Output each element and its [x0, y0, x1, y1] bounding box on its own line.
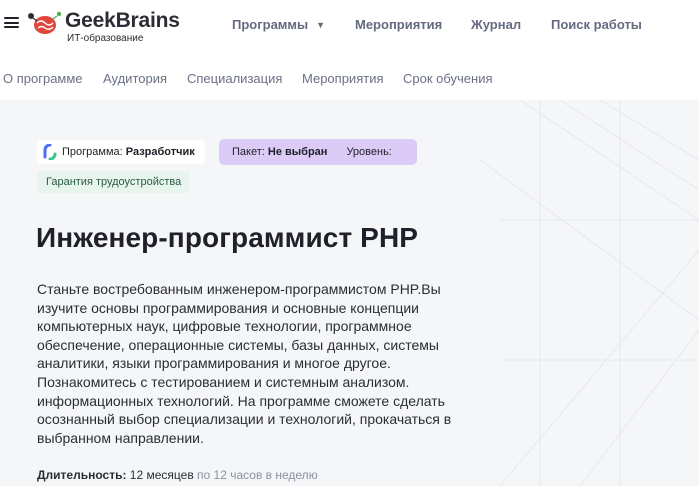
- chevron-down-icon: ▼: [316, 20, 326, 30]
- page-title: Инженер-программист PHP: [36, 222, 419, 253]
- nav-job-search[interactable]: Поиск работы: [551, 17, 642, 32]
- nav-events[interactable]: Мероприятия: [355, 17, 442, 32]
- program-tag: Программа: Разработчик: [37, 140, 205, 164]
- duration-info: Длительность: 12 месяцев по 12 часов в н…: [37, 468, 318, 482]
- nav-journal[interactable]: Журнал: [471, 17, 521, 32]
- program-icon: [43, 144, 57, 160]
- duration-value: 12 месяцев: [129, 468, 194, 482]
- logo-title: GeekBrains: [65, 9, 180, 32]
- section-nav-about[interactable]: О программе: [3, 71, 83, 86]
- site-header: GeekBrains ИТ-образование Программы ▼ Мер…: [0, 0, 699, 50]
- package-selector[interactable]: Пакет: Не выбран Уровень:: [219, 139, 417, 165]
- package-value: Не выбран: [267, 146, 328, 158]
- section-nav-events[interactable]: Мероприятия: [302, 71, 384, 86]
- section-nav-audience[interactable]: Аудитория: [103, 71, 167, 86]
- nav-programs-label: Программы: [232, 17, 309, 32]
- duration-detail: по 12 часов в неделю: [197, 468, 318, 482]
- section-nav-specialization[interactable]: Специализация: [187, 71, 282, 86]
- level-label: Уровень:: [346, 146, 392, 158]
- program-tag-prefix: Программа:: [62, 146, 123, 158]
- logo-subtitle: ИТ-образование: [67, 33, 144, 44]
- menu-icon[interactable]: [4, 17, 19, 28]
- section-nav: О программе Аудитория Специализация Меро…: [0, 56, 699, 100]
- nav-programs[interactable]: Программы ▼: [232, 17, 325, 32]
- guarantee-badge: Гарантия трудоустройства: [37, 171, 191, 193]
- duration-label: Длительность:: [37, 468, 127, 482]
- logo[interactable]: GeekBrains ИТ-образование: [23, 4, 193, 44]
- logo-brain-icon: [28, 11, 62, 34]
- program-description: Станьте востребованным инженером-програм…: [37, 281, 452, 446]
- program-tag-value: Разработчик: [125, 146, 195, 158]
- package-prefix: Пакет:: [232, 146, 265, 158]
- hero-section: Программа: Разработчик Пакет: Не выбран …: [0, 100, 699, 486]
- section-nav-duration[interactable]: Срок обучения: [403, 71, 493, 86]
